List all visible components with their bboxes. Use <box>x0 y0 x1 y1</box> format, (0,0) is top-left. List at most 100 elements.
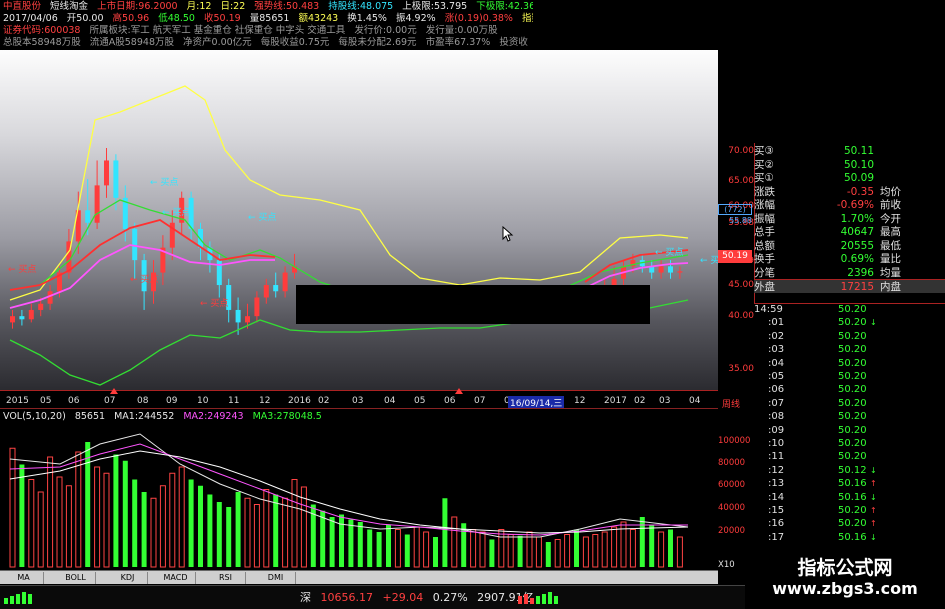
stock-name[interactable]: 中直股份 <box>3 1 41 12</box>
candle-body[interactable] <box>282 272 288 292</box>
quote-row[interactable]: 买② 50.10 <box>754 158 945 172</box>
volume-bar[interactable] <box>47 456 54 568</box>
quote-row[interactable]: 买③ 50.11 <box>754 144 945 158</box>
tick-row[interactable]: :05 50.20 <box>754 370 945 383</box>
candle-body[interactable] <box>28 309 34 320</box>
volume-bar[interactable] <box>28 479 35 568</box>
tick-row[interactable]: :03 50.20 <box>754 343 945 356</box>
volume-bar[interactable] <box>65 485 72 568</box>
buy-signal-label[interactable]: ← 买点 <box>248 212 276 223</box>
volume-bar[interactable] <box>554 539 561 568</box>
candle-body[interactable] <box>677 271 683 273</box>
tab-ma[interactable]: MA <box>4 572 44 584</box>
tab-kdj[interactable]: KDJ <box>108 572 148 584</box>
volume-bar[interactable] <box>226 507 232 567</box>
candle-body[interactable] <box>19 316 25 320</box>
buy-signal-label[interactable]: ← 买点 <box>700 255 718 266</box>
volume-bar[interactable] <box>479 531 486 568</box>
quote-row[interactable]: 涨跌 -0.35 均价 <box>754 185 945 199</box>
volume-bar[interactable] <box>235 492 241 567</box>
volume-bar[interactable] <box>376 532 382 567</box>
tick-row[interactable]: 14:59 50.20 <box>754 303 945 316</box>
event-marker-icon[interactable] <box>455 388 463 394</box>
volume-bar[interactable] <box>329 517 335 567</box>
tick-row[interactable]: :06 50.20 <box>754 383 945 396</box>
volume-bar[interactable] <box>178 466 185 568</box>
volume-bar[interactable] <box>451 516 458 568</box>
volume-bar[interactable] <box>489 539 495 568</box>
volume-bar[interactable] <box>348 519 354 568</box>
volume-bar[interactable] <box>253 504 260 568</box>
candle-body[interactable] <box>132 228 138 261</box>
candle-body[interactable] <box>113 160 119 198</box>
volume-bar[interactable] <box>404 534 410 568</box>
volume-bar[interactable] <box>56 476 63 568</box>
volume-bar[interactable] <box>470 529 477 568</box>
volume-bar[interactable] <box>103 472 110 568</box>
volume-bar[interactable] <box>649 524 655 568</box>
candle-body[interactable] <box>263 285 269 298</box>
volume-bar[interactable] <box>564 534 571 568</box>
volume-bar[interactable] <box>9 447 16 568</box>
indicator-name[interactable]: 短线淘金 <box>50 1 88 12</box>
volume-bar[interactable] <box>582 536 589 568</box>
volume-bar[interactable] <box>94 466 101 568</box>
volume-bar[interactable] <box>113 454 119 568</box>
buy-signal-label[interactable]: ← 买点 <box>130 274 158 285</box>
volume-bar[interactable] <box>188 479 194 568</box>
candle-body[interactable] <box>94 185 100 223</box>
tick-row[interactable]: :16 50.20 ↑ <box>754 517 945 530</box>
volume-bar[interactable] <box>601 531 608 568</box>
volume-bar[interactable] <box>273 494 279 568</box>
volume-bar[interactable] <box>517 535 523 567</box>
volume-bar[interactable] <box>394 529 401 568</box>
quote-row[interactable]: 涨幅 -0.69% 前收 <box>754 198 945 212</box>
volume-bar[interactable] <box>75 451 82 568</box>
buy-signal-label[interactable]: ← 买点 <box>655 247 683 258</box>
volume-bar[interactable] <box>244 497 251 568</box>
volume-bar[interactable] <box>150 497 157 568</box>
volume-bar[interactable] <box>592 534 599 568</box>
buy-signal-label[interactable]: ← 买点 <box>200 298 228 309</box>
volume-bar[interactable] <box>37 491 44 568</box>
tick-row[interactable]: :13 50.16 ↑ <box>754 477 945 490</box>
volume-bar[interactable] <box>413 526 420 568</box>
tick-row[interactable]: :08 50.20 <box>754 410 945 423</box>
tick-row[interactable]: :15 50.20 ↑ <box>754 504 945 517</box>
quote-row[interactable]: 分笔 2396 均量 <box>754 266 945 280</box>
tick-row[interactable]: :01 50.20 ↓ <box>754 316 945 329</box>
volume-bar[interactable] <box>282 497 289 568</box>
tick-row[interactable]: :02 50.20 <box>754 330 945 343</box>
tab-boll[interactable]: BOLL <box>56 572 96 584</box>
volume-bar[interactable] <box>668 529 673 568</box>
volume-bar[interactable] <box>132 479 138 568</box>
volume-bar[interactable] <box>141 492 147 567</box>
volume-bar[interactable] <box>357 522 363 567</box>
quote-row[interactable]: 换手 0.69% 量比 <box>754 252 945 266</box>
volume-bar[interactable] <box>198 485 203 567</box>
volume-bar[interactable] <box>169 472 176 568</box>
candle-body[interactable] <box>85 210 91 223</box>
volume-bar[interactable] <box>159 485 166 568</box>
volume-bar[interactable] <box>611 526 618 568</box>
candle-body[interactable] <box>104 160 109 186</box>
volume-bar[interactable] <box>676 536 683 568</box>
tick-row[interactable]: :09 50.20 <box>754 424 945 437</box>
tick-row[interactable]: :10 50.20 <box>754 437 945 450</box>
volume-bar[interactable] <box>85 442 91 567</box>
event-marker-icon[interactable] <box>110 388 118 394</box>
volume-chart-svg[interactable] <box>0 409 718 571</box>
candle-body[interactable] <box>273 285 279 292</box>
candle-body[interactable] <box>235 309 241 323</box>
candle-body[interactable] <box>254 297 260 317</box>
tick-row[interactable]: :07 50.20 <box>754 397 945 410</box>
candle-body[interactable] <box>245 316 250 323</box>
volume-bar[interactable] <box>442 498 448 567</box>
candlestick-chart-svg[interactable]: ← 买点 ← 买点 ← 买点 ← 买点 ← 买点 ← 买点 ← 买点 ← 买点 <box>0 50 718 390</box>
volume-bar[interactable] <box>507 534 514 568</box>
tab-macd[interactable]: MACD <box>156 572 196 584</box>
volume-bar[interactable] <box>386 524 391 568</box>
volume-bar[interactable] <box>367 529 373 568</box>
volume-bar[interactable] <box>216 502 222 567</box>
candle-body[interactable] <box>658 266 664 273</box>
